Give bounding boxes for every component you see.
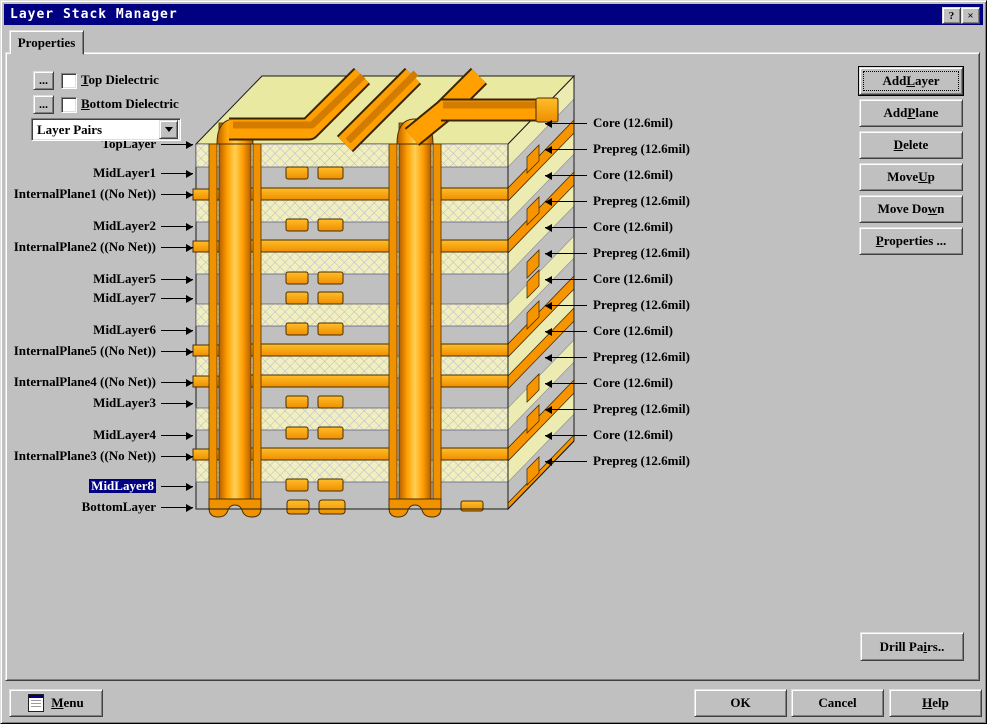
arrow-left-icon [545, 223, 587, 232]
arrow-right-icon [161, 222, 193, 231]
tab-properties[interactable]: Properties [9, 30, 84, 55]
arrow-left-icon [545, 197, 587, 206]
dielectric-label-prepreg: Prepreg (12.6mil) [545, 142, 690, 156]
ok-button[interactable]: OK [694, 689, 787, 717]
layer-row-bottomlayer[interactable]: BottomLayer [1, 500, 193, 514]
dielectric-label-prepreg: Prepreg (12.6mil) [545, 454, 690, 468]
layer-row-midlayer3[interactable]: MidLayer3 [1, 396, 193, 410]
arrow-left-icon [545, 171, 587, 180]
layer-row-midlayer4[interactable]: MidLayer4 [1, 428, 193, 442]
arrow-right-icon [161, 347, 193, 356]
arrow-left-icon [545, 327, 587, 336]
move-down-button[interactable]: Move Down [859, 195, 963, 223]
arrow-right-icon [161, 294, 193, 303]
move-up-button[interactable]: Move Up [859, 163, 963, 191]
cancel-button[interactable]: Cancel [791, 689, 884, 717]
arrow-left-icon [545, 119, 587, 128]
delete-button[interactable]: Delete [859, 131, 963, 159]
arrow-right-icon [161, 243, 193, 252]
arrow-left-icon [545, 457, 587, 466]
dielectric-label-prepreg: Prepreg (12.6mil) [545, 402, 690, 416]
dielectric-label-prepreg: Prepreg (12.6mil) [545, 350, 690, 364]
layer-pairs-dropdown[interactable]: Layer Pairs [31, 118, 181, 141]
arrow-right-icon [161, 169, 193, 178]
pcb-stack-illustration [191, 59, 586, 529]
arrow-left-icon [545, 431, 587, 440]
layer-pairs-value: Layer Pairs [32, 122, 159, 138]
dielectric-label-prepreg: Prepreg (12.6mil) [545, 194, 690, 208]
help-button[interactable]: Help [889, 689, 982, 717]
top-dielectric-browse-button[interactable]: ... [33, 71, 54, 90]
layer-row-midlayer7[interactable]: MidLayer7 [1, 291, 193, 305]
arrow-right-icon [161, 399, 193, 408]
menu-button[interactable]: Menu [9, 689, 103, 717]
layer-row-internalplane1[interactable]: InternalPlane1 ((No Net)) [1, 187, 193, 201]
layer-stack-manager-dialog: Layer Stack Manager ? × Properties ... T… [0, 0, 987, 724]
arrow-left-icon [545, 275, 587, 284]
layer-row-internalplane3[interactable]: InternalPlane3 ((No Net)) [1, 449, 193, 463]
arrow-left-icon [545, 353, 587, 362]
drill-pairs-button[interactable]: Drill Pairs.. [860, 632, 964, 661]
arrow-left-icon [545, 249, 587, 258]
dielectric-label-core: Core (12.6mil) [545, 324, 673, 338]
top-dielectric-checkbox[interactable] [61, 73, 77, 89]
arrow-right-icon [161, 431, 193, 440]
top-dielectric-label: Top Dielectric [81, 72, 159, 88]
bottom-dielectric-browse-button[interactable]: ... [33, 95, 54, 114]
arrow-right-icon [161, 190, 193, 199]
bottom-dielectric-label: Bottom Dielectric [81, 96, 179, 112]
layer-row-internalplane2[interactable]: InternalPlane2 ((No Net)) [1, 240, 193, 254]
arrow-right-icon [161, 452, 193, 461]
arrow-right-icon [161, 378, 193, 387]
arrow-left-icon [545, 405, 587, 414]
dielectric-label-core: Core (12.6mil) [545, 428, 673, 442]
dielectric-label-prepreg: Prepreg (12.6mil) [545, 246, 690, 260]
chevron-down-icon[interactable] [159, 120, 178, 139]
titlebar[interactable]: Layer Stack Manager ? × [4, 4, 983, 25]
arrow-right-icon [161, 503, 193, 512]
layer-row-internalplane4[interactable]: InternalPlane4 ((No Net)) [1, 375, 193, 389]
dielectric-label-core: Core (12.6mil) [545, 168, 673, 182]
dielectric-label-prepreg: Prepreg (12.6mil) [545, 298, 690, 312]
menu-button-label: Menu [51, 695, 84, 711]
bottom-dielectric-checkbox[interactable] [61, 97, 77, 113]
arrow-left-icon [545, 379, 587, 388]
layer-row-midlayer8-selected[interactable]: MidLayer8 [1, 479, 193, 493]
dielectric-label-core: Core (12.6mil) [545, 376, 673, 390]
layer-row-midlayer2[interactable]: MidLayer2 [1, 219, 193, 233]
layer-row-internalplane5[interactable]: InternalPlane5 ((No Net)) [1, 344, 193, 358]
dielectric-label-core: Core (12.6mil) [545, 272, 673, 286]
add-plane-button[interactable]: Add Plane [859, 99, 963, 127]
close-icon[interactable]: × [961, 7, 980, 24]
help-titlebar-button[interactable]: ? [942, 7, 961, 24]
window-title: Layer Stack Manager [10, 7, 178, 22]
arrow-left-icon [545, 301, 587, 310]
layer-row-midlayer1[interactable]: MidLayer1 [1, 166, 193, 180]
properties-button[interactable]: Properties ... [859, 227, 963, 255]
arrow-right-icon [161, 482, 193, 491]
dielectric-label-core: Core (12.6mil) [545, 220, 673, 234]
menu-icon [28, 694, 44, 712]
add-layer-button[interactable]: Add Layer [859, 67, 963, 95]
arrow-left-icon [545, 145, 587, 154]
layer-row-midlayer5[interactable]: MidLayer5 [1, 272, 193, 286]
arrow-right-icon [161, 275, 193, 284]
arrow-right-icon [161, 326, 193, 335]
layer-row-midlayer6[interactable]: MidLayer6 [1, 323, 193, 337]
dielectric-label-core: Core (12.6mil) [545, 116, 673, 130]
